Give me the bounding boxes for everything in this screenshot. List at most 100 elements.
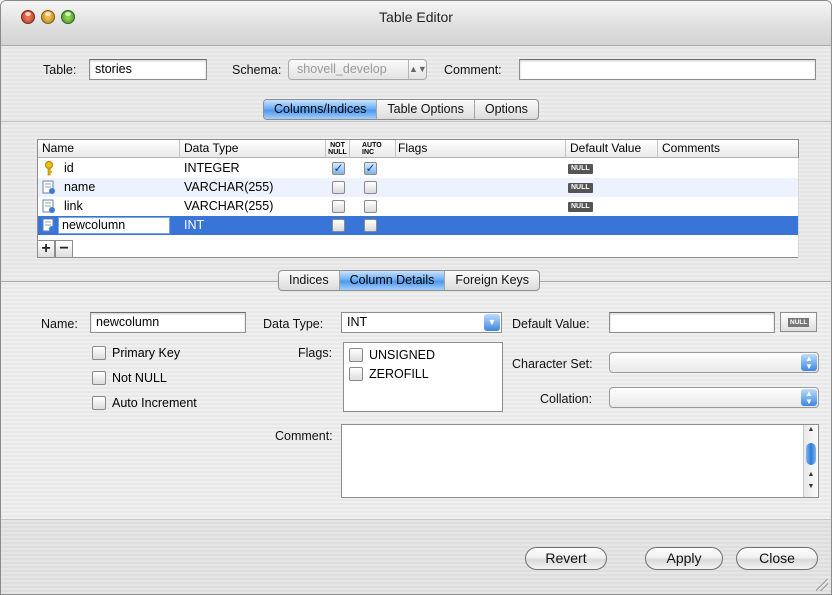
not-null-line2: NULL [328,149,347,156]
table-header: Name Data Type NOT NULL AUTO INC Flags D… [38,140,798,158]
scroll-up-arrow-icon[interactable]: ▲ [804,471,818,478]
table-row[interactable]: link VARCHAR(255) NULL [38,197,798,216]
table-edge [798,158,799,258]
col-header-not-null[interactable]: NOT NULL [326,140,350,158]
zerofill-label: ZEROFILL [369,367,429,381]
column-icon [42,199,56,214]
collation-select[interactable]: ▲ ▼ [609,387,819,408]
not-null-checkbox-detail[interactable]: Not NULL [92,371,167,385]
schema-label: Schema: [232,63,282,77]
row-type: INTEGER [184,161,240,175]
character-set-label: Character Set: [512,357,593,371]
column-name-field[interactable]: newcolumn [90,312,246,333]
tab-columns-indices[interactable]: Columns/Indices [264,100,378,119]
not-null-checkbox[interactable]: ✓ [332,162,345,175]
tab-column-details[interactable]: Column Details [339,271,446,290]
column-comment-textarea[interactable]: ▲ ▲ ▼ [341,424,819,498]
null-badge: NULL [568,164,593,174]
null-badge: NULL [568,202,593,212]
title-divider [1,45,831,46]
auto-inc-checkbox[interactable] [364,200,377,213]
null-button-label: NULL [788,318,810,327]
col-header-comments[interactable]: Comments [658,140,798,158]
tab-foreign-keys[interactable]: Foreign Keys [445,271,539,290]
row-type: VARCHAR(255) [184,199,274,213]
checkbox-box[interactable] [349,367,363,381]
auto-inc-checkbox[interactable]: ✓ [364,162,377,175]
not-null-checkbox[interactable] [332,200,345,213]
scroll-top-arrow-icon[interactable]: ▲ [804,426,818,433]
not-null-line1: NOT [330,142,345,149]
auto-inc-checkbox[interactable] [364,181,377,194]
close-button[interactable]: Close [736,547,818,570]
default-value-field[interactable] [609,312,775,333]
add-column-button[interactable]: + [37,240,55,258]
data-type-value: INT [347,315,368,329]
flags-list: UNSIGNED ZEROFILL [343,342,503,412]
table-comment-field[interactable] [519,59,816,80]
auto-increment-label: Auto Increment [112,396,197,410]
row-type: INT [184,218,205,232]
row-name: name [64,180,96,194]
revert-button[interactable]: Revert [525,547,607,570]
set-null-button[interactable]: NULL [780,312,817,332]
scroll-down-arrow-icon[interactable]: ▼ [804,483,818,490]
primary-key-checkbox[interactable]: Primary Key [92,346,180,360]
row-type: VARCHAR(255) [184,180,274,194]
resize-grip-icon[interactable] [816,579,828,591]
data-type-combo[interactable]: INT ▼ [341,312,502,333]
col-header-auto-inc[interactable]: AUTO INC [350,140,396,158]
popup-arrows-icon: ▲▼ [408,60,427,79]
zerofill-flag-checkbox[interactable]: ZEROFILL [349,367,429,381]
comment-scrollbar[interactable]: ▲ ▲ ▼ [803,425,818,497]
popup-arrows-icon: ▲▼ [801,389,817,406]
auto-inc-line1: AUTO [362,142,382,149]
primary-key-label: Primary Key [112,346,181,360]
window-title: Table Editor [379,9,453,25]
table-name-field[interactable]: stories [89,59,207,80]
tab-options[interactable]: Options [475,100,538,119]
comment-label: Comment: [444,63,502,77]
title-bar: Table Editor [1,1,831,45]
checkbox-box[interactable] [92,371,106,385]
scroll-thumb[interactable] [806,443,816,465]
col-header-data-type[interactable]: Data Type [180,140,326,158]
not-null-checkbox[interactable] [332,219,345,232]
auto-increment-checkbox[interactable]: Auto Increment [92,396,197,410]
column-comment-label: Comment: [275,429,333,443]
apply-button[interactable]: Apply [645,547,723,570]
checkbox-box[interactable] [92,346,106,360]
name-label: Name: [41,317,78,331]
add-remove-buttons: + − [37,240,73,258]
remove-column-button[interactable]: − [55,240,73,258]
col-header-flags[interactable]: Flags [396,140,566,158]
col-header-name[interactable]: Name [38,140,180,158]
column-icon [42,180,56,195]
table-row[interactable]: name VARCHAR(255) NULL [38,178,798,197]
col-header-default-value[interactable]: Default Value [566,140,658,158]
unsigned-label: UNSIGNED [369,348,435,362]
row-name: link [64,199,83,213]
schema-popup[interactable]: shovell_develop ▲▼ [288,59,427,80]
character-set-select[interactable]: ▲ ▼ [609,352,819,373]
default-value-label: Default Value: [512,317,590,331]
flags-label: Flags: [298,346,333,360]
tab-indices[interactable]: Indices [279,271,340,290]
row-name-edit-field[interactable]: newcolumn [58,217,170,234]
null-badge: NULL [568,183,593,193]
unsigned-flag-checkbox[interactable]: UNSIGNED [349,348,435,362]
not-null-checkbox[interactable] [332,181,345,194]
bottom-tab-bar: Indices Column Details Foreign Keys [278,270,541,291]
checkbox-box[interactable] [349,348,363,362]
tab-table-options[interactable]: Table Options [377,100,475,119]
schema-value: shovell_develop [297,62,387,76]
not-null-label: Not NULL [112,371,167,385]
table-row[interactable]: id INTEGER ✓ ✓ NULL [38,159,798,178]
checkbox-box[interactable] [92,396,106,410]
tab-divider-top [1,121,831,122]
auto-inc-checkbox[interactable] [364,219,377,232]
table-row-selected[interactable]: newcolumn INT [38,216,798,235]
table-label: Table: [43,63,77,77]
chevron-down-icon[interactable]: ▼ [484,314,500,331]
data-type-label: Data Type: [263,317,324,331]
